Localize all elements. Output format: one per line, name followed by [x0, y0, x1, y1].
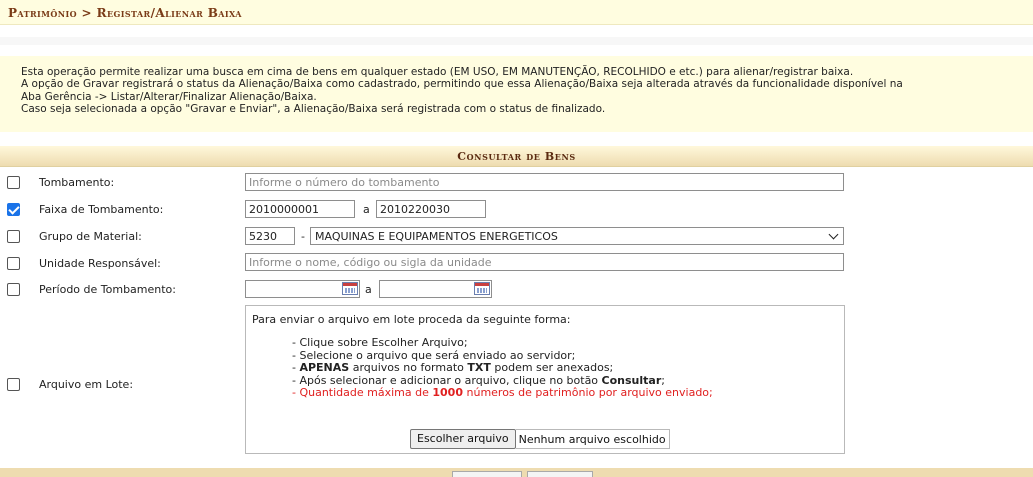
breadcrumb: Patrimônio > Registar/Alienar Baixa	[8, 6, 242, 20]
periodo-checkbox[interactable]	[7, 283, 20, 296]
unidade-checkbox[interactable]	[7, 257, 20, 270]
info-line: Esta operação permite realizar uma busca…	[21, 66, 854, 78]
row-grupo-material: Grupo de Material: 5230 - MAQUINAS E EQU…	[0, 223, 1033, 249]
lote-checkbox[interactable]	[7, 378, 20, 391]
lote-instructions-box: Para enviar o arquivo em lote proceda da…	[245, 305, 845, 454]
choose-file-button[interactable]: Escolher arquivo	[410, 429, 516, 449]
grupo-separator: -	[301, 230, 305, 243]
cancelar-button[interactable]	[527, 471, 593, 477]
grupo-code-input[interactable]: 5230	[245, 227, 295, 245]
faixa-label: Faixa de Tombamento:	[39, 203, 164, 216]
grupo-select[interactable]: MAQUINAS E EQUIPAMENTOS ENERGETICOS	[310, 227, 844, 245]
faixa-separator: a	[363, 203, 370, 216]
row-tombamento: Tombamento: Informe o número do tombamen…	[0, 170, 1033, 196]
lote-label: Arquivo em Lote:	[39, 378, 134, 391]
grupo-label: Grupo de Material:	[39, 230, 142, 243]
info-line: Aba Gerência -> Listar/Alterar/Finalizar…	[21, 90, 317, 103]
unidade-input[interactable]: Informe o nome, código ou sigla da unida…	[245, 253, 844, 271]
chevron-down-icon	[828, 229, 839, 240]
lote-steps: - Clique sobre Escolher Arquivo; - Selec…	[292, 336, 713, 400]
title-bar: Patrimônio > Registar/Alienar Baixa	[0, 0, 1033, 25]
periodo-separator: a	[365, 283, 372, 296]
unidade-label: Unidade Responsável:	[39, 257, 161, 270]
row-faixa-tombamento: Faixa de Tombamento: 2010000001 a 201022…	[0, 196, 1033, 222]
faixa-from-input[interactable]: 2010000001	[245, 200, 355, 218]
tombamento-label: Tombamento:	[39, 176, 115, 189]
file-input: Escolher arquivo Nenhum arquivo escolhido	[410, 429, 670, 449]
calendar-icon[interactable]	[474, 282, 490, 295]
tombamento-input[interactable]: Informe o número do tombamento	[245, 173, 844, 191]
grupo-selected-value: MAQUINAS E EQUIPAMENTOS ENERGETICOS	[315, 230, 558, 243]
grupo-checkbox[interactable]	[7, 230, 20, 243]
section-header: Consultar de Bens	[0, 146, 1033, 167]
tombamento-checkbox[interactable]	[7, 176, 20, 189]
lote-intro: Para enviar o arquivo em lote proceda da…	[252, 313, 571, 326]
lote-step: - Clique sobre Escolher Arquivo;	[292, 336, 468, 349]
faixa-checkbox[interactable]	[7, 203, 20, 216]
info-line: Caso seja selecionada a opção "Gravar e …	[21, 102, 606, 115]
row-periodo-tombamento: Período de Tombamento: a	[0, 276, 1033, 302]
info-line: A opção de Gravar registrará o status da…	[21, 78, 903, 91]
spacer-band	[0, 37, 1033, 45]
calendar-icon[interactable]	[342, 282, 358, 295]
row-unidade-responsavel: Unidade Responsável: Informe o nome, cód…	[0, 250, 1033, 276]
periodo-label: Período de Tombamento:	[39, 283, 176, 296]
info-box: Esta operação permite realizar uma busca…	[0, 56, 1033, 132]
file-status: Nenhum arquivo escolhido	[515, 429, 670, 449]
section-title: Consultar de Bens	[457, 150, 576, 163]
lote-limit-warning: - Quantidade máxima de 1000 números de p…	[292, 386, 713, 400]
faixa-to-input[interactable]: 2010220030	[376, 200, 486, 218]
consultar-button[interactable]	[452, 471, 522, 477]
